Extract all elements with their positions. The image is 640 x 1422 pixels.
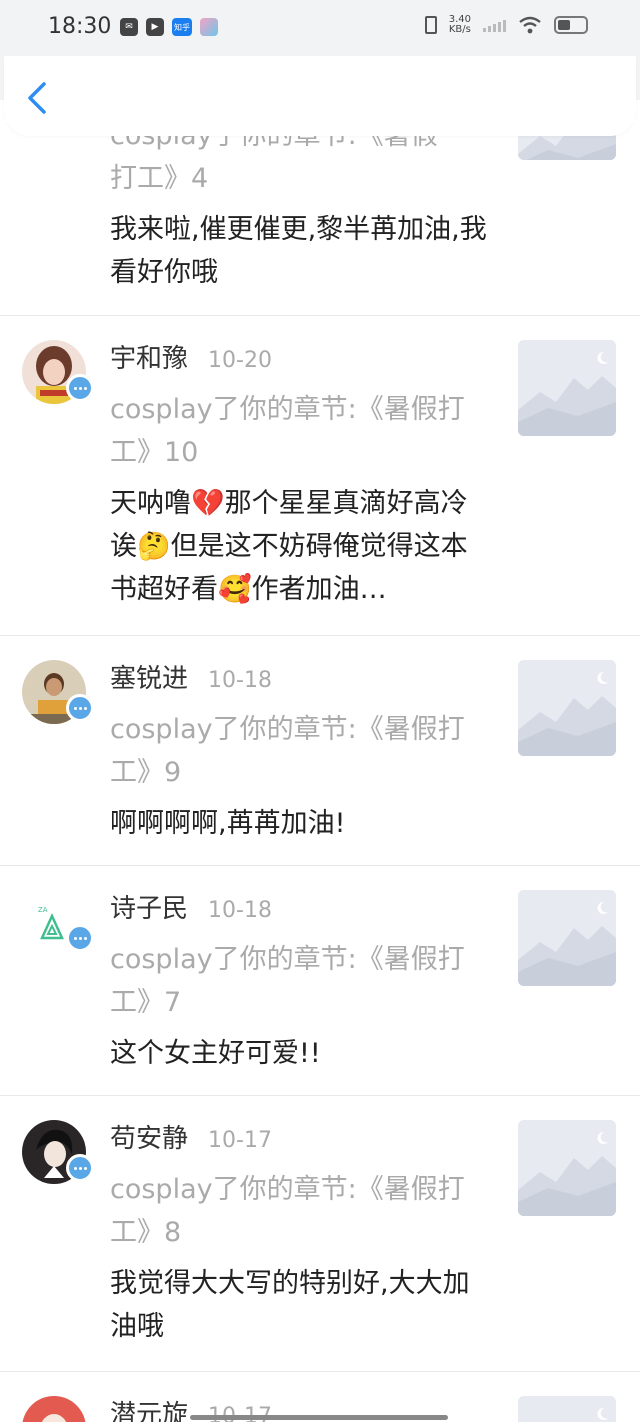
comment-text: 我来啦,催更催更,黎半苒加油,我看好你哦 [110, 214, 487, 288]
chapter-thumbnail[interactable] [518, 890, 616, 986]
comment-date: 10-17 [208, 1128, 272, 1153]
top-nav-bar [4, 56, 636, 136]
status-bar: 18:30 ✉ ▶ 知乎 3.40 KB/s [0, 0, 640, 56]
home-indicator[interactable] [190, 1415, 448, 1420]
sim-icon [424, 16, 437, 34]
avatar[interactable] [22, 1396, 86, 1422]
comment-text: 这个女主好可爱!! [110, 1038, 321, 1069]
comment-badge-icon [66, 694, 94, 722]
chevron-left-icon [28, 82, 46, 114]
wifi-icon [519, 16, 541, 34]
item-meta: 诗子民 10-18 [110, 888, 272, 925]
network-speed: 3.40 KB/s [448, 14, 471, 35]
list-item[interactable]: 塞锐进 10-18 cosplay了你的章节:《暑假打工》9 啊啊啊啊,苒苒加油… [0, 636, 640, 866]
comment-badge-icon [66, 374, 94, 402]
action-text: cosplay了你的章节:《暑假打工》7 [110, 944, 465, 1018]
comment-date: 10-18 [208, 668, 272, 693]
item-meta: 宇和豫 10-20 [110, 338, 272, 375]
game-app-icon [200, 18, 218, 36]
signal-icon [483, 18, 506, 32]
user-name[interactable]: 潜元旋 [110, 1394, 188, 1422]
list-item[interactable]: 宇和豫 10-20 cosplay了你的章节:《暑假打工》10 天呐噜💔那个星星… [0, 316, 640, 636]
status-time: 18:30 [48, 14, 112, 39]
user-name[interactable]: 塞锐进 [110, 658, 188, 695]
video-icon: ▶ [146, 18, 164, 36]
comment-date: 10-18 [208, 898, 272, 923]
chapter-thumbnail[interactable] [518, 340, 616, 436]
item-meta: 苟安静 10-17 [110, 1118, 272, 1155]
action-text: cosplay了你的章节:《暑假打工》9 [110, 714, 465, 788]
action-text: cosplay了你的章节:《暑假打工》10 [110, 394, 465, 468]
battery-icon [554, 16, 588, 34]
mail-icon: ✉ [120, 18, 138, 36]
user-name[interactable]: 诗子民 [110, 888, 188, 925]
chapter-thumbnail[interactable] [518, 660, 616, 756]
comment-date: 10-20 [208, 348, 272, 373]
chapter-thumbnail[interactable] [518, 1396, 616, 1422]
zhihu-icon: 知乎 [172, 18, 192, 36]
item-meta: 塞锐进 10-18 [110, 658, 272, 695]
back-button[interactable] [22, 80, 52, 116]
comment-badge-icon [66, 924, 94, 952]
chapter-thumbnail[interactable] [518, 1120, 616, 1216]
list-item[interactable]: ZA 诗子民 10-18 cosplay了你的章节:《暑假打工》7 这个女主好可… [0, 866, 640, 1096]
comment-text: 啊啊啊啊,苒苒加油! [110, 808, 346, 839]
comment-text: 天呐噜💔那个星星真滴好高冷诶🤔但是这不妨碍俺觉得这本书超好看🥰作者加油… [110, 488, 468, 605]
list-item[interactable]: 苟安静 10-17 cosplay了你的章节:《暑假打工》8 我觉得大大写的特别… [0, 1096, 640, 1372]
action-text: cosplay了你的章节:《暑假打工》8 [110, 1174, 465, 1248]
system-icons: 3.40 KB/s [424, 14, 588, 35]
svg-text:ZA: ZA [38, 906, 48, 914]
user-name[interactable]: 苟安静 [110, 1118, 188, 1155]
comment-badge-icon [66, 1154, 94, 1182]
user-name[interactable]: 宇和豫 [110, 338, 188, 375]
action-text-line2: 打工》4 [110, 163, 209, 194]
notification-icons: ✉ ▶ 知乎 [120, 18, 218, 36]
comment-text: 我觉得大大写的特别好,大大加油哦 [110, 1268, 470, 1342]
